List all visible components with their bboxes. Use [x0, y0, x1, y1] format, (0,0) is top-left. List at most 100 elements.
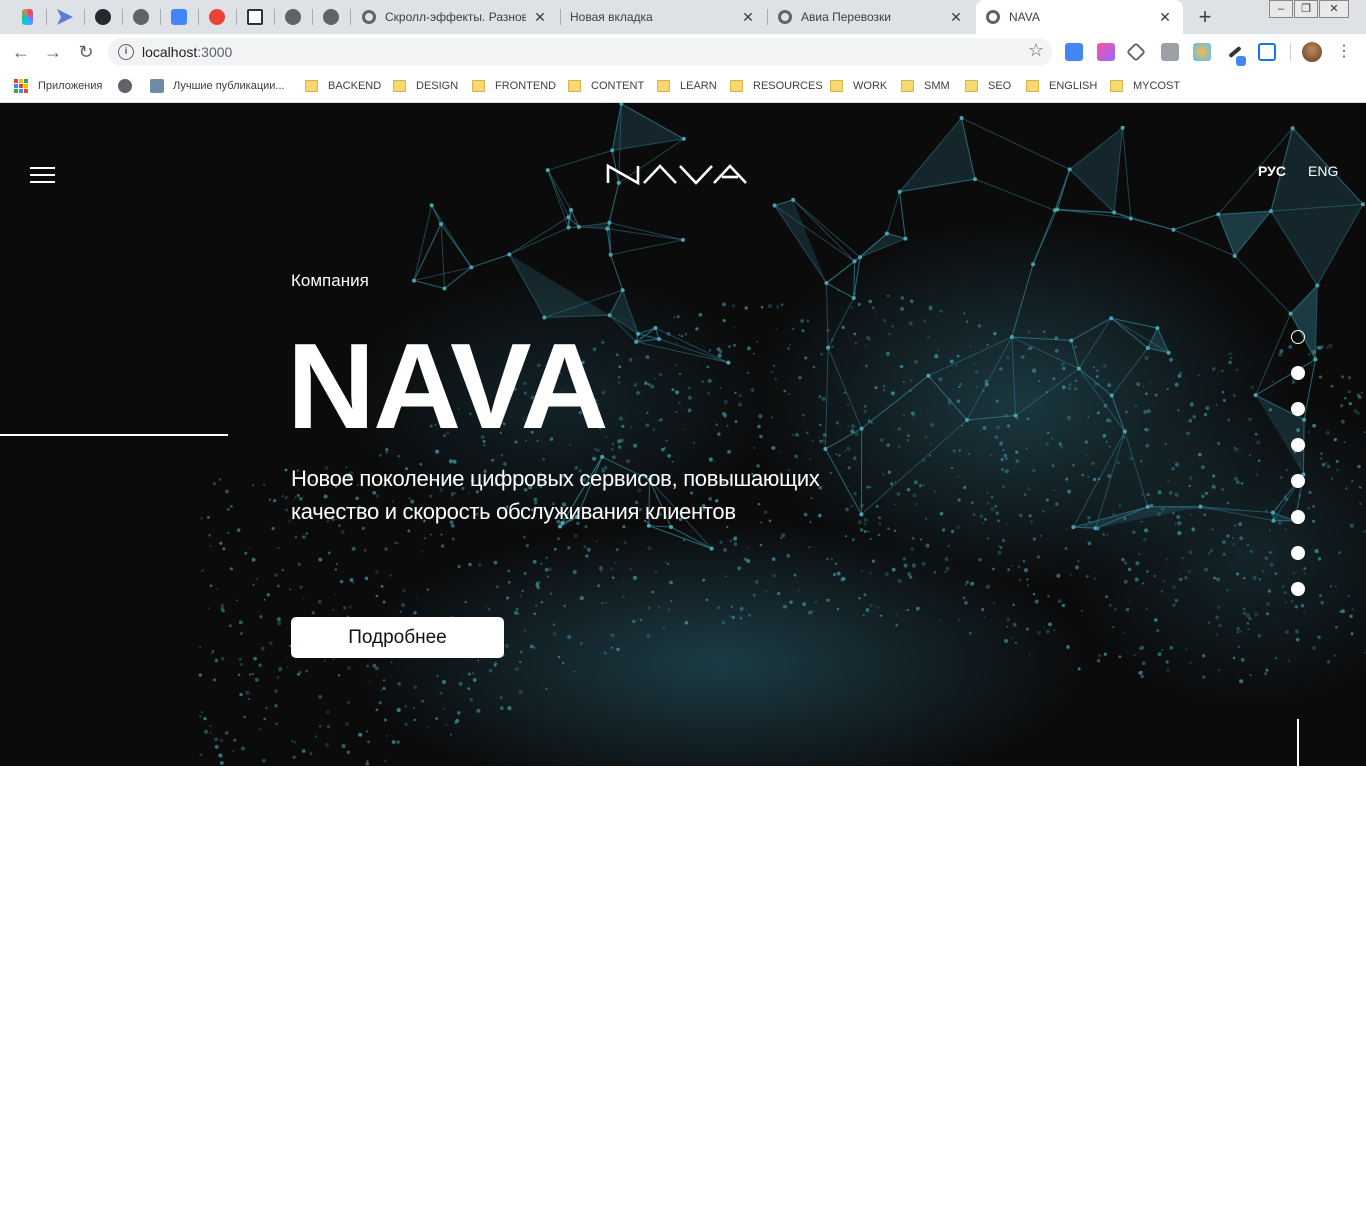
particle	[614, 561, 617, 564]
close-icon[interactable]: ✕	[740, 9, 756, 26]
particle	[382, 679, 386, 682]
particle	[738, 402, 742, 407]
particle	[879, 438, 884, 442]
download-icon[interactable]	[236, 0, 274, 34]
slide-dot-5[interactable]	[1291, 474, 1305, 488]
bookmark-learn[interactable]: LEARN	[657, 76, 717, 96]
nava-logo[interactable]	[606, 163, 748, 185]
particle	[1202, 675, 1206, 679]
network-node	[545, 168, 550, 173]
github-icon[interactable]	[84, 0, 122, 34]
bookmark-content[interactable]: CONTENT	[568, 76, 644, 96]
network-line	[1234, 255, 1291, 314]
lang-ru-link[interactable]: РУС	[1258, 163, 1286, 179]
bookmark-work[interactable]: WORK	[830, 76, 887, 96]
bookmark-seo[interactable]: SEO	[965, 76, 1011, 96]
bookmark-design[interactable]: DESIGN	[393, 76, 458, 96]
particle	[922, 458, 926, 463]
particle	[1002, 471, 1005, 473]
network-line	[509, 216, 569, 255]
new-tab-button[interactable]: +	[1194, 5, 1216, 29]
hamburger-menu-icon[interactable]	[30, 167, 55, 183]
particle	[1209, 549, 1214, 553]
slide-dot-3[interactable]	[1291, 402, 1305, 416]
particle	[1265, 509, 1268, 512]
particle	[201, 711, 203, 713]
particle	[681, 409, 683, 411]
particle	[518, 689, 523, 694]
forward-icon[interactable]: →	[41, 40, 65, 64]
close-window-icon[interactable]: ✕	[1319, 0, 1349, 18]
particle	[882, 384, 886, 388]
gmail-icon[interactable]	[198, 0, 236, 34]
slide-dot-6[interactable]	[1291, 510, 1305, 524]
slide-dot-8[interactable]	[1291, 582, 1305, 596]
bookmark-apps[interactable]: Приложения	[14, 76, 102, 96]
bookmark-star-icon[interactable]: ☆	[1028, 40, 1044, 61]
more-button[interactable]: Подробнее	[291, 617, 504, 658]
particle	[380, 585, 384, 588]
avatar[interactable]	[1302, 42, 1322, 62]
particle	[708, 348, 712, 352]
grid-extension-icon[interactable]	[1258, 43, 1276, 61]
particle	[1238, 522, 1243, 527]
translate-icon[interactable]	[160, 0, 198, 34]
close-icon[interactable]: ✕	[1157, 9, 1173, 26]
particle	[676, 315, 680, 319]
bookmark-frontend[interactable]: FRONTEND	[472, 76, 556, 96]
close-icon[interactable]: ✕	[532, 9, 548, 26]
restore-icon[interactable]: ❐	[1294, 0, 1318, 18]
ruler-extension-icon[interactable]	[1126, 42, 1146, 62]
particle	[1339, 404, 1344, 408]
minimize-icon[interactable]: –	[1269, 0, 1293, 18]
slide-dot-1[interactable]	[1291, 330, 1305, 344]
particle	[845, 507, 849, 512]
lang-en-link[interactable]: ENG	[1308, 163, 1338, 179]
particle	[1204, 567, 1209, 572]
particle	[665, 561, 667, 563]
bookmark-mycost[interactable]: MYCOST	[1110, 76, 1180, 96]
bookmark-backend[interactable]: BACKEND	[305, 76, 381, 96]
particle	[1102, 533, 1105, 536]
particle	[911, 536, 915, 540]
particle	[1349, 614, 1353, 619]
close-icon[interactable]: ✕	[948, 9, 964, 26]
bookmark-english[interactable]: ENGLISH	[1026, 76, 1097, 96]
address-bar[interactable]: i localhost:3000 ☆	[108, 38, 1052, 66]
slide-dot-7[interactable]	[1291, 546, 1305, 560]
globe-icon[interactable]	[274, 0, 312, 34]
back-icon[interactable]: ←	[9, 40, 33, 64]
particle	[1218, 623, 1222, 628]
particle	[652, 428, 656, 431]
reload-icon[interactable]: ↻	[74, 40, 98, 64]
particle	[984, 518, 987, 521]
info-icon[interactable]: i	[118, 44, 134, 60]
palette-extension-icon[interactable]	[1193, 43, 1211, 61]
particle	[1068, 383, 1072, 387]
translate-extension-icon[interactable]	[1065, 43, 1083, 61]
bookmark-resources[interactable]: RESOURCES	[730, 76, 823, 96]
color-extension-icon[interactable]	[1097, 43, 1115, 61]
particle	[252, 583, 255, 586]
slide-dot-2[interactable]	[1291, 366, 1305, 380]
menu-dots-icon[interactable]: ⋮	[1332, 40, 1356, 64]
globe-icon[interactable]	[122, 0, 160, 34]
tab-scroll-effects[interactable]: Скролл-эффекты. Разновидн ✕	[352, 0, 558, 34]
bookmark-habr[interactable]: Лучшие публикации...	[150, 76, 285, 96]
particle	[1254, 432, 1258, 436]
url-text[interactable]: localhost:3000	[142, 44, 232, 60]
globe-icon[interactable]	[312, 0, 350, 34]
tab-avia[interactable]: Авиа Перевозки ✕	[768, 0, 974, 34]
send-icon[interactable]	[46, 0, 84, 34]
bookmark-globe[interactable]	[118, 76, 141, 96]
particle	[737, 566, 742, 571]
tab-nava[interactable]: NAVA ✕	[976, 0, 1183, 34]
particle	[366, 759, 369, 762]
particle	[212, 678, 217, 682]
tab-new-tab[interactable]: Новая вкладка ✕	[560, 0, 766, 34]
figma-icon[interactable]	[8, 0, 46, 34]
bookmark-smm[interactable]: SMM	[901, 76, 950, 96]
slide-dot-4[interactable]	[1291, 438, 1305, 452]
particle	[1154, 618, 1158, 622]
photo-extension-icon[interactable]	[1161, 43, 1179, 61]
